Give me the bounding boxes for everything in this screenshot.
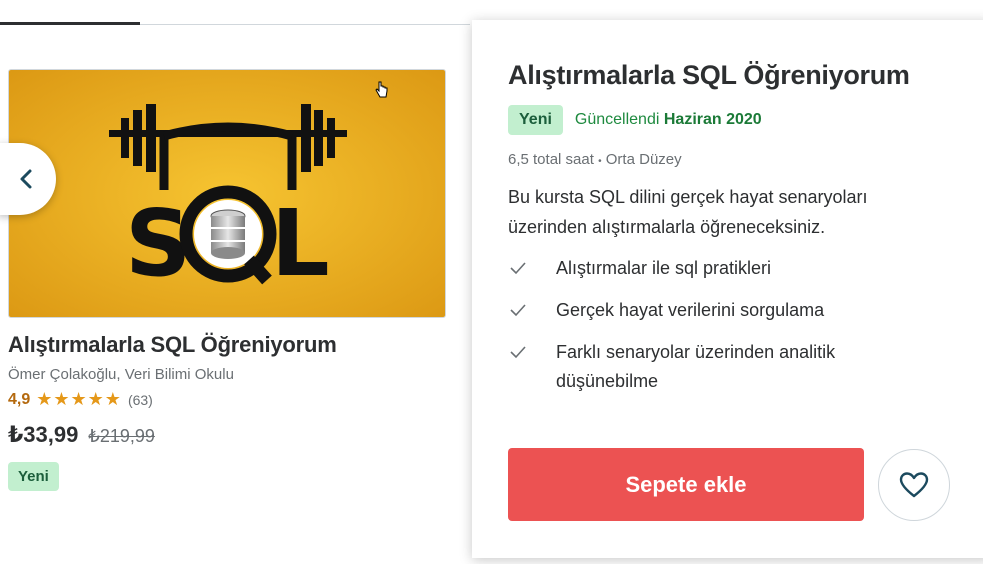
objective-text: Gerçek hayat verilerini sorgulama [556,300,825,320]
thumbnail-image: S L [9,70,445,317]
price-original: ₺219,99 [88,426,155,446]
hand-cursor-icon [375,80,389,100]
course-level: Orta Düzey [605,151,682,168]
course-description: Bu kursta SQL dilini gerçek hayat senary… [508,187,868,237]
updated-label: Güncellendi [574,111,660,128]
wishlist-button[interactable] [878,448,950,521]
rating-count: (63) [127,391,153,408]
price-current: ₺33,99 [8,422,79,447]
course-title[interactable]: Alıştırmalarla SQL Öğreniyorum [8,332,448,358]
objective-text: Farklı senaryolar üzerinden analitik düş… [556,342,836,391]
updated-info: Güncellendi Haziran 2020 [575,111,762,129]
thumbnail-letter-l: L [271,190,330,297]
star-rating-icon: ★★★★★ [36,389,122,409]
popover-title[interactable]: Alıştırmalarla SQL Öğreniyorum [508,60,956,91]
new-badge: Yeni [8,462,59,491]
course-thumbnail[interactable]: S L [8,69,446,318]
list-item: Alıştırmalar ile sql pratikleri [508,254,956,283]
learning-objectives: Alıştırmalar ile sql pratikleri Gerçek h… [508,254,956,396]
cta-row: Sepete ekle [508,448,950,521]
objective-text: Alıştırmalar ile sql pratikleri [556,258,772,278]
check-icon [510,262,526,275]
popover-meta-row: Yeni Güncellendi Haziran 2020 [508,105,956,135]
list-item: Gerçek hayat verilerini sorgulama [508,296,956,325]
chevron-left-icon [20,169,32,189]
heart-icon [899,471,929,497]
stats-separator: • [598,156,602,167]
check-icon [510,346,526,359]
course-instructors: Ömer Çolakoğlu, Veri Bilimi Okulu [8,366,234,383]
course-card[interactable]: S L Alıştırmalarla SQL Öğreniyorum Ömer … [8,69,448,491]
course-stats: 6,5 total saat • Orta Düzey [508,151,956,168]
course-hours: 6,5 total saat [508,151,594,168]
course-preview-popover: Alıştırmalarla SQL Öğreniyorum Yeni Günc… [472,20,983,558]
rating-row: 4,9 ★★★★★ (63) [8,389,448,410]
add-to-cart-button[interactable]: Sepete ekle [508,448,864,521]
new-badge: Yeni [508,105,563,135]
rating-value: 4,9 [8,390,31,408]
tab-divider [140,24,470,25]
check-icon [510,304,526,317]
active-tab-indicator [0,22,140,25]
updated-date: Haziran 2020 [663,111,762,128]
list-item: Farklı senaryolar üzerinden analitik düş… [508,338,956,396]
price-row: ₺33,99 ₺219,99 [8,422,448,448]
